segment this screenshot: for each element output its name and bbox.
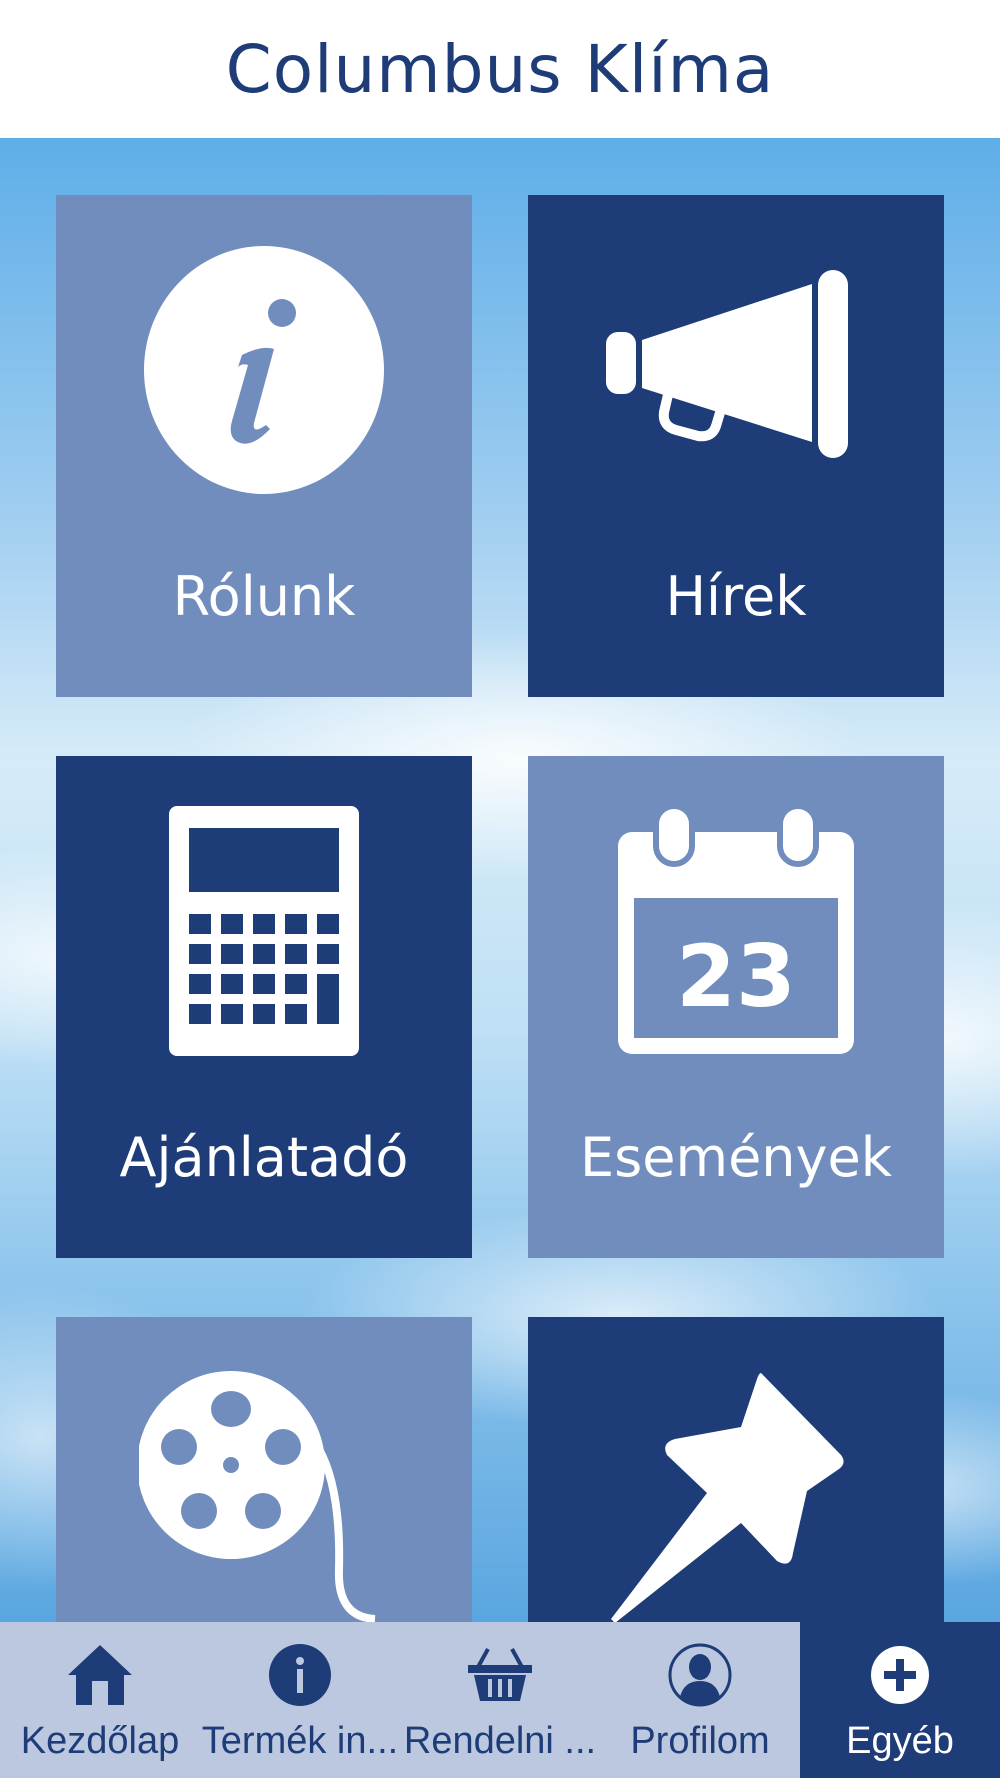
- tab-home[interactable]: Kezdőlap: [0, 1622, 200, 1778]
- home-icon: [0, 1640, 200, 1710]
- tile-grid: Rólunk Hírek Ajánlatadó 23 Események: [0, 138, 1000, 1622]
- tab-label: Termék in...: [201, 1720, 399, 1762]
- tab-order[interactable]: Rendelni ...: [400, 1622, 600, 1778]
- tab-label: Rendelni ...: [403, 1720, 597, 1762]
- tile-hirek[interactable]: Hírek: [528, 195, 944, 697]
- info-circle-icon: [200, 1640, 400, 1710]
- tab-other[interactable]: Egyéb: [800, 1622, 1000, 1778]
- megaphone-icon: [528, 235, 944, 505]
- tile-ajanlatado[interactable]: Ajánlatadó: [56, 756, 472, 1258]
- app-title: Columbus Klíma: [225, 30, 775, 108]
- plus-icon: [800, 1640, 1000, 1710]
- calculator-icon: [56, 796, 472, 1066]
- tab-label: Profilom: [630, 1720, 770, 1762]
- tab-label: Egyéb: [846, 1720, 954, 1762]
- tile-esemenyek[interactable]: 23 Események: [528, 756, 944, 1258]
- tile-label: Események: [580, 1126, 892, 1189]
- info-icon: [56, 235, 472, 505]
- tab-label: Kezdőlap: [20, 1720, 180, 1762]
- app-header: Columbus Klíma: [0, 0, 1000, 138]
- tile-pinned[interactable]: [528, 1317, 944, 1622]
- tab-profile[interactable]: Profilom: [600, 1622, 800, 1778]
- tile-rolunk[interactable]: Rólunk: [56, 195, 472, 697]
- tile-label: Ajánlatadó: [119, 1126, 409, 1189]
- tab-product-info[interactable]: Termék in...: [200, 1622, 400, 1778]
- tile-label: Hírek: [665, 565, 807, 628]
- calendar-day: 23: [676, 927, 796, 1027]
- basket-icon: [400, 1640, 600, 1710]
- bottom-tab-bar: Kezdőlap Termék in... Rendelni ... Profi…: [0, 1622, 1000, 1778]
- tile-video[interactable]: [56, 1317, 472, 1622]
- profile-icon: [600, 1640, 800, 1710]
- calendar-icon: 23: [528, 796, 944, 1066]
- tile-label: Rólunk: [172, 565, 356, 628]
- film-reel-icon: [56, 1369, 472, 1622]
- pushpin-icon: [528, 1373, 944, 1622]
